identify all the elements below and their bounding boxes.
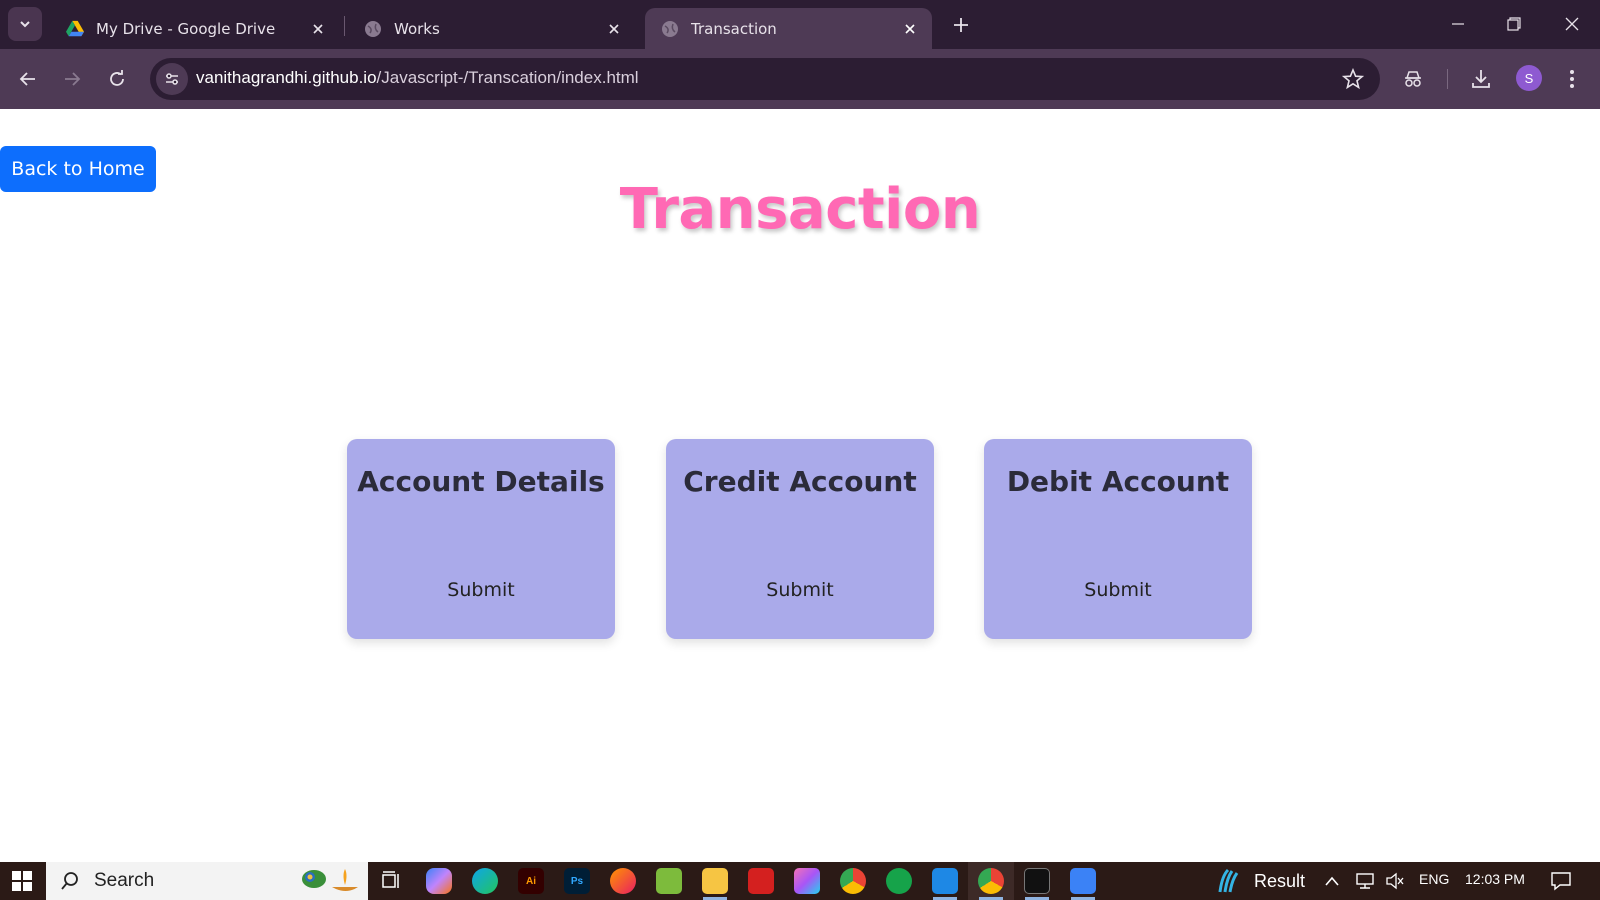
- windows-logo-icon: [12, 871, 32, 891]
- address-bar[interactable]: vanithagrandhi.github.io/Javascript-/Tra…: [150, 58, 1380, 100]
- tab-works[interactable]: Works: [348, 8, 636, 49]
- task-view-icon[interactable]: [378, 868, 404, 894]
- debit-account-card: Debit Account Submit: [984, 439, 1252, 639]
- restore-icon: [1507, 17, 1521, 31]
- bookmark-star-icon[interactable]: [1342, 68, 1364, 90]
- close-tab-icon[interactable]: [308, 19, 328, 39]
- search-highlight-icon: [302, 869, 358, 891]
- network-icon[interactable]: [1355, 872, 1375, 890]
- news-widget[interactable]: Result: [1216, 866, 1305, 896]
- reload-icon: [110, 70, 124, 86]
- card-title: Credit Account: [683, 465, 917, 498]
- close-icon: [1565, 17, 1579, 31]
- tab-title: My Drive - Google Drive: [96, 19, 276, 38]
- card-title: Account Details: [357, 465, 605, 498]
- file-explorer-icon[interactable]: [702, 868, 728, 894]
- chevron-up-icon[interactable]: [1324, 874, 1340, 888]
- language-indicator[interactable]: ENG: [1419, 871, 1449, 887]
- globe-icon: [365, 20, 381, 37]
- forward-nav-button[interactable]: [56, 63, 88, 95]
- photo-app-icon[interactable]: [794, 868, 820, 894]
- tab-search-button[interactable]: [8, 7, 42, 41]
- firefox-icon[interactable]: [610, 868, 636, 894]
- widget-label: Result: [1254, 870, 1306, 891]
- browser-menu-button[interactable]: [1558, 65, 1586, 93]
- spy-icon: [1405, 71, 1421, 87]
- new-tab-button[interactable]: [948, 12, 974, 38]
- tab-title: Transaction: [691, 19, 777, 38]
- paint-icon[interactable]: [1070, 868, 1096, 894]
- search-label: Search: [94, 870, 155, 891]
- close-tab-icon[interactable]: [900, 19, 920, 39]
- chevron-down-icon: [20, 21, 30, 28]
- reload-button[interactable]: [101, 63, 133, 95]
- tab-title: Works: [394, 19, 440, 38]
- more-vert-icon: [1570, 70, 1574, 88]
- toolbar-divider: [1447, 69, 1448, 89]
- url-text: vanithagrandhi.github.io/Javascript-/Tra…: [196, 68, 639, 88]
- account-details-submit-button[interactable]: Submit: [431, 574, 531, 606]
- copilot-icon[interactable]: [426, 868, 452, 894]
- search-icon: [61, 872, 78, 890]
- photoshop-icon[interactable]: Ps: [564, 868, 590, 894]
- url-path: /Javascript-/Transcation/index.html: [376, 68, 639, 87]
- windows-taskbar: Search Ai Ps Result ENG 12:03 PM: [0, 862, 1600, 900]
- minimize-button[interactable]: [1438, 9, 1478, 39]
- taskbar-search-box[interactable]: Search: [46, 862, 368, 900]
- chrome-icon[interactable]: [840, 868, 866, 894]
- terminal-icon[interactable]: [1024, 868, 1050, 894]
- cricket-icon: [1218, 868, 1239, 893]
- notepad-icon[interactable]: [656, 868, 682, 894]
- vscode-icon[interactable]: [932, 868, 958, 894]
- back-nav-button[interactable]: [12, 63, 44, 95]
- arrow-right-icon: [65, 72, 81, 86]
- account-details-card: Account Details Submit: [347, 439, 615, 639]
- tab-google-drive[interactable]: My Drive - Google Drive: [50, 8, 340, 49]
- debit-account-submit-button[interactable]: Submit: [1068, 574, 1168, 606]
- browser-tab-bar: My Drive - Google Drive Works Transactio…: [0, 0, 1600, 49]
- volume-muted-icon[interactable]: [1385, 872, 1405, 890]
- clock[interactable]: 12:03 PM: [1465, 871, 1525, 887]
- url-host: vanithagrandhi.github.io: [196, 68, 377, 87]
- xbox-icon[interactable]: [886, 868, 912, 894]
- tab-transaction[interactable]: Transaction: [645, 8, 932, 49]
- chrome-profile-icon[interactable]: [978, 868, 1004, 894]
- browser-toolbar: vanithagrandhi.github.io/Javascript-/Tra…: [0, 49, 1600, 109]
- credit-account-card: Credit Account Submit: [666, 439, 934, 639]
- minimize-icon: [1452, 23, 1464, 25]
- edge-icon[interactable]: [472, 868, 498, 894]
- acrobat-icon[interactable]: [748, 868, 774, 894]
- illustrator-icon[interactable]: Ai: [518, 868, 544, 894]
- google-drive-icon: [66, 20, 84, 36]
- close-window-button[interactable]: [1552, 9, 1592, 39]
- tab-divider: [344, 16, 345, 36]
- tune-icon: [166, 73, 178, 85]
- notification-icon[interactable]: [1550, 871, 1572, 891]
- site-info-button[interactable]: [156, 63, 188, 95]
- globe-icon: [662, 20, 678, 37]
- plus-icon: [954, 18, 968, 32]
- credit-account-submit-button[interactable]: Submit: [750, 574, 850, 606]
- restore-button[interactable]: [1494, 9, 1534, 39]
- close-tab-icon[interactable]: [604, 19, 624, 39]
- page-title: Transaction: [619, 177, 981, 242]
- profile-avatar[interactable]: S: [1516, 65, 1542, 91]
- download-icon: [1472, 70, 1490, 88]
- start-button[interactable]: [0, 862, 44, 900]
- card-title: Debit Account: [1006, 465, 1230, 498]
- arrow-left-icon: [19, 72, 35, 86]
- incognito-extension-button[interactable]: [1399, 65, 1427, 93]
- page-viewport: Back to Home Transaction Account Details…: [0, 109, 1600, 862]
- downloads-button[interactable]: [1467, 65, 1495, 93]
